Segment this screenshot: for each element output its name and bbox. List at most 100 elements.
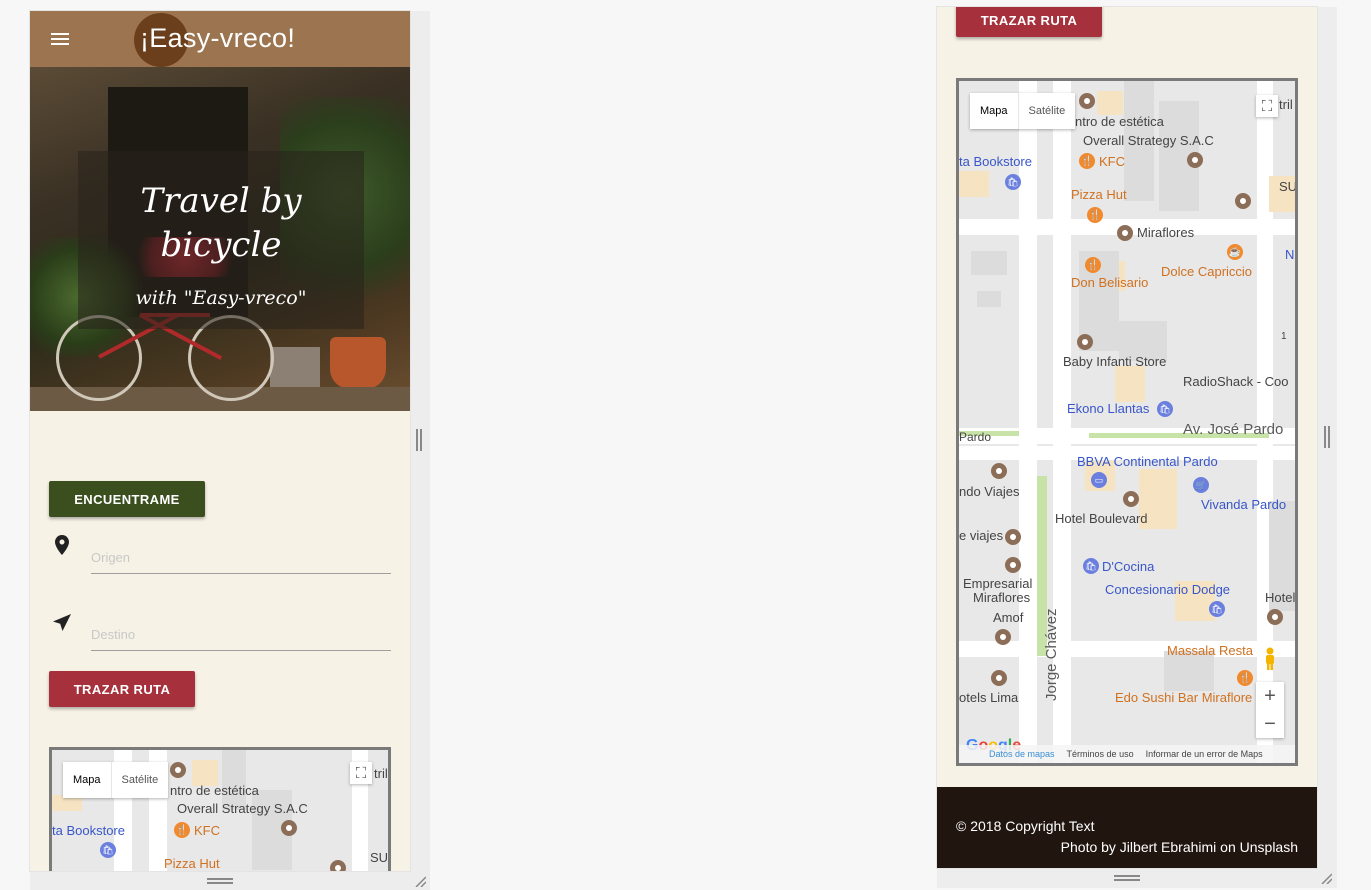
- street-label[interactable]: Jorge Chávez: [1043, 608, 1060, 701]
- map-label[interactable]: Pizza Hut: [164, 856, 220, 871]
- route-map[interactable]: ntro de estética Overall Strategy S.A.C …: [49, 747, 391, 871]
- street-label[interactable]: Av. José Pardo: [1183, 421, 1283, 438]
- map-label[interactable]: SU: [1279, 179, 1295, 194]
- shopping-icon[interactable]: 🛍: [1005, 174, 1021, 190]
- zoom-in-button[interactable]: +: [1256, 682, 1284, 710]
- hero-banner: Travel by bicycle with "Easy-vreco": [30, 67, 410, 411]
- map-label[interactable]: BBVA Continental Pardo: [1077, 454, 1218, 469]
- map-label[interactable]: SU: [370, 850, 388, 865]
- hero-photo-pot: [330, 337, 386, 389]
- map-type-mapa[interactable]: Mapa: [970, 93, 1019, 129]
- destination-field[interactable]: [91, 620, 391, 651]
- map-label[interactable]: tril: [1279, 97, 1293, 112]
- map-report-link[interactable]: Informar de un error de Maps: [1146, 749, 1263, 759]
- app-bar: ¡Easy-vreco!: [30, 11, 410, 67]
- map-label[interactable]: Pizza Hut: [1071, 187, 1127, 202]
- map-label[interactable]: Miraflores: [973, 590, 1030, 605]
- map-data-link[interactable]: Datos de mapas: [989, 749, 1055, 759]
- right-frame-bottom-strip: [937, 868, 1337, 888]
- resize-handle-icon[interactable]: [207, 878, 233, 884]
- map-label[interactable]: Miraflores: [1137, 225, 1194, 240]
- cart-icon[interactable]: 🛒: [1193, 477, 1209, 493]
- destination-input[interactable]: [91, 620, 391, 648]
- resize-handle-icon[interactable]: [1114, 875, 1140, 881]
- map-label[interactable]: Massala Resta: [1167, 643, 1253, 658]
- map-label[interactable]: Concesionario Dodge: [1105, 582, 1230, 597]
- shopping-icon[interactable]: 🛍: [1209, 601, 1225, 617]
- resize-corner-icon[interactable]: [1320, 872, 1332, 884]
- hotel-icon[interactable]: [1267, 609, 1283, 625]
- hero-title-line1: Travel by: [140, 181, 302, 221]
- map-label[interactable]: N: [1285, 247, 1294, 262]
- shopping-icon[interactable]: 🛍: [1157, 401, 1173, 417]
- map-label[interactable]: ta Bookstore: [959, 154, 1032, 169]
- zoom-out-button[interactable]: −: [1256, 710, 1284, 738]
- map-label[interactable]: ntro de estética: [1075, 114, 1164, 129]
- hero-title-line2: bicycle: [160, 225, 282, 265]
- map-label[interactable]: Overall Strategy S.A.C: [177, 801, 308, 816]
- location-pin-icon: [55, 535, 69, 555]
- navigation-arrow-icon: [53, 614, 71, 631]
- shopping-icon[interactable]: 🛍: [1083, 558, 1099, 574]
- find-me-button[interactable]: ENCUENTRAME: [49, 481, 205, 517]
- app-title: ¡Easy-vreco!: [140, 23, 296, 53]
- map-label[interactable]: 1: [1281, 331, 1287, 342]
- copyright-text: © 2018 Copyright Text: [956, 818, 1095, 834]
- map-label[interactable]: D'Cocina: [1102, 559, 1154, 574]
- map-label[interactable]: Amof: [993, 610, 1023, 625]
- map-label[interactable]: ndo Viajes: [959, 484, 1019, 499]
- cafe-icon[interactable]: ☕: [1227, 244, 1243, 260]
- menu-button[interactable]: [30, 11, 90, 67]
- page-footer: © 2018 Copyright Text Photo by Jilbert E…: [937, 787, 1317, 868]
- map-label[interactable]: RadioShack - Coo: [1183, 374, 1289, 389]
- map-type-control: Mapa Satélite: [63, 762, 169, 798]
- mobile-preview-left: ¡Easy-vreco! Travel by bicycle with "Eas…: [30, 11, 410, 871]
- map-terms-link[interactable]: Términos de uso: [1067, 749, 1134, 759]
- map-label[interactable]: Dolce Capriccio: [1161, 264, 1252, 279]
- restaurant-icon[interactable]: 🍴: [1087, 207, 1103, 223]
- map-label[interactable]: tril: [374, 766, 388, 781]
- map-label[interactable]: KFC: [1099, 154, 1125, 169]
- map-label[interactable]: Ekono Llantas: [1067, 401, 1149, 416]
- map-label[interactable]: e viajes: [959, 528, 1003, 543]
- hotel-icon[interactable]: [1123, 491, 1139, 507]
- left-frame-bottom-strip: [30, 871, 430, 890]
- map-label[interactable]: ta Bookstore: [52, 823, 125, 838]
- map-label[interactable]: Overall Strategy S.A.C: [1083, 133, 1214, 148]
- map-label[interactable]: Vivanda Pardo: [1201, 497, 1286, 512]
- fullscreen-icon[interactable]: ⛶: [1256, 95, 1278, 117]
- map-type-mapa[interactable]: Mapa: [63, 762, 112, 798]
- restaurant-icon[interactable]: 🍴: [1237, 670, 1253, 686]
- map-label[interactable]: Baby Infanti Store: [1063, 354, 1166, 369]
- trace-route-button[interactable]: TRAZAR RUTA: [956, 7, 1102, 37]
- resize-handle-icon[interactable]: [416, 429, 422, 451]
- restaurant-icon[interactable]: 🍴: [1079, 153, 1095, 169]
- restaurant-icon[interactable]: 🍴: [1085, 257, 1101, 273]
- museum-icon[interactable]: [1005, 557, 1021, 573]
- map-type-satellite[interactable]: Satélite: [1019, 93, 1076, 129]
- street-view-pegman-icon[interactable]: [1263, 647, 1277, 671]
- map-label[interactable]: Empresarial: [963, 576, 1032, 591]
- photo-credit: Photo by Jilbert Ebrahimi on Unsplash: [1060, 839, 1298, 855]
- map-label[interactable]: otels Lima: [959, 690, 1018, 705]
- map-label[interactable]: KFC: [194, 823, 220, 838]
- trace-route-button[interactable]: TRAZAR RUTA: [49, 671, 195, 707]
- origin-field[interactable]: [91, 543, 391, 574]
- atm-icon[interactable]: ▭: [1091, 472, 1107, 488]
- resize-handle-icon[interactable]: [1324, 426, 1330, 448]
- hotel-icon[interactable]: [991, 670, 1007, 686]
- fullscreen-icon[interactable]: ⛶: [350, 762, 372, 784]
- hero-caption-box: Travel by bicycle with "Easy-vreco": [78, 151, 364, 329]
- restaurant-icon[interactable]: 🍴: [174, 822, 190, 838]
- shopping-icon[interactable]: 🛍: [100, 842, 116, 858]
- map-type-satellite[interactable]: Satélite: [112, 762, 169, 798]
- resize-corner-icon[interactable]: [414, 875, 426, 887]
- map-label[interactable]: Hotel M: [1265, 590, 1295, 605]
- route-map[interactable]: ntro de estética Overall Strategy S.A.C …: [956, 78, 1298, 766]
- map-label[interactable]: Hotel Boulevard: [1055, 511, 1148, 526]
- origin-input[interactable]: [91, 543, 391, 571]
- map-label[interactable]: Pardo: [959, 430, 991, 444]
- map-label[interactable]: Don Belisario: [1071, 275, 1148, 290]
- map-label[interactable]: Edo Sushi Bar Miraflore: [1115, 690, 1252, 705]
- map-label[interactable]: ntro de estética: [170, 783, 259, 798]
